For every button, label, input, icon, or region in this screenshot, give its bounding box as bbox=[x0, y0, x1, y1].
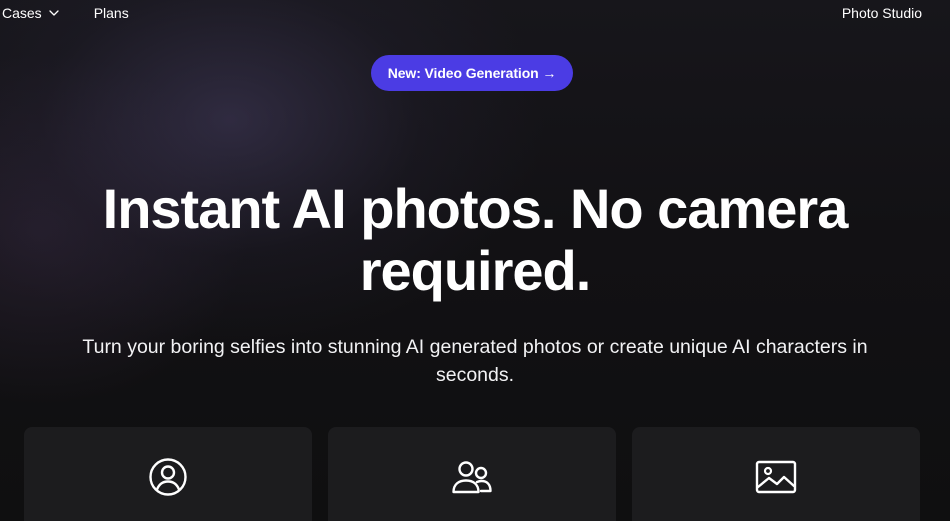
nav-cases-dropdown[interactable]: Cases bbox=[2, 4, 60, 22]
hero-headline: Instant AI photos. No camera required. bbox=[0, 178, 950, 302]
hero-subtitle: Turn your boring selfies into stunning A… bbox=[40, 333, 910, 389]
top-nav: Cases Plans bbox=[2, 4, 129, 22]
headline-line-1: Instant AI photos. No camera bbox=[102, 177, 849, 240]
users-icon bbox=[450, 455, 494, 499]
subtitle-line-2: seconds. bbox=[435, 364, 515, 386]
badge-label: New: Video Generation → bbox=[387, 65, 557, 81]
video-generation-badge-button[interactable]: New: Video Generation → bbox=[371, 55, 573, 91]
image-icon bbox=[754, 455, 798, 499]
nav-cases-label: Cases bbox=[2, 5, 42, 21]
headline-line-2: required. bbox=[359, 239, 592, 302]
landing-page: Cases Plans Photo Studio New: Video Gene… bbox=[0, 0, 950, 521]
nav-plans-link[interactable]: Plans bbox=[94, 4, 129, 22]
subtitle-line-1: Turn your boring selfies into stunning A… bbox=[82, 336, 868, 358]
nav-photo-studio-link[interactable]: Photo Studio bbox=[842, 4, 922, 22]
chevron-down-icon bbox=[49, 10, 59, 16]
feature-card-image[interactable] bbox=[632, 427, 920, 521]
feature-card-characters[interactable] bbox=[328, 427, 616, 521]
feature-card-headshots[interactable] bbox=[24, 427, 312, 521]
nav-plans-label: Plans bbox=[93, 5, 129, 21]
user-circle-icon bbox=[146, 455, 190, 499]
nav-photo-studio-label: Photo Studio bbox=[841, 5, 922, 21]
